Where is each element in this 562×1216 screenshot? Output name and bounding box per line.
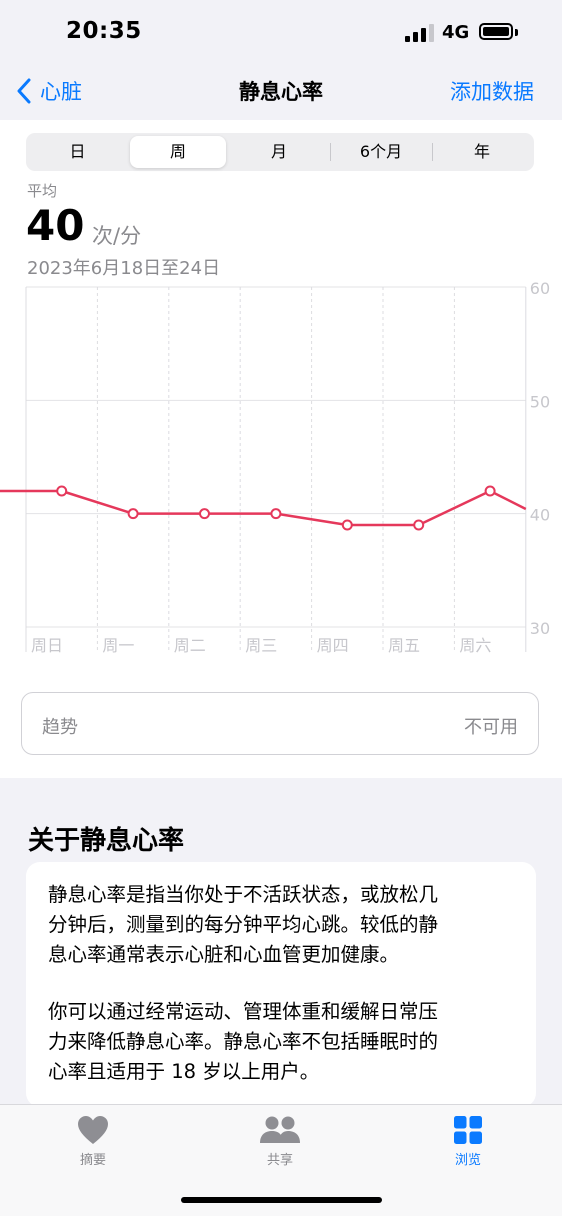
average-unit: 次/分 — [92, 224, 142, 248]
about-card: 静息心率是指当你处于不活跃状态，或放松几 分钟后，测量到的每分钟平均心跳。较低的… — [26, 862, 536, 1107]
segment-day[interactable]: 日 — [29, 136, 126, 168]
heart-icon — [78, 1116, 108, 1144]
navigation-bar: 心脏 静息心率 添加数据 — [0, 66, 562, 120]
segment-6-months[interactable]: 6个月 — [331, 136, 431, 168]
status-bar: 20:35 4G — [0, 0, 562, 66]
about-line: 心率且适用于 18 岁以上用户。 — [48, 1060, 320, 1083]
date-range: 2023年6月18日至24日 — [27, 258, 221, 279]
chart-canvas: 60 50 40 30 周日 周一 周二 周三 周四 周五 周六 — [0, 279, 550, 655]
status-time: 20:35 — [66, 18, 142, 44]
chart-data-point — [127, 508, 139, 520]
grid-icon — [454, 1116, 482, 1144]
segment-month[interactable]: 月 — [229, 136, 329, 168]
tab-label: 共享 — [266, 1153, 293, 1168]
tab-label: 浏览 — [454, 1153, 481, 1168]
time-range-segmented-control: 日 周 月 6个月 年 — [26, 133, 534, 171]
chart-x-tick-label: 周六 — [459, 636, 491, 655]
about-line: 你可以通过经常运动、管理体重和缓解日常压 — [48, 1000, 439, 1023]
trend-row[interactable]: 趋势 不可用 — [21, 692, 539, 755]
chart-x-tick-label: 周二 — [174, 636, 206, 655]
cellular-signal-icon — [405, 24, 435, 42]
tab-summary[interactable]: 摘要 — [43, 1115, 143, 1168]
average-value: 40 — [26, 201, 85, 250]
network-type: 4G — [442, 22, 470, 43]
about-paragraph-1: 静息心率是指当你处于不活跃状态，或放松几 分钟后，测量到的每分钟平均心跳。较低的… — [48, 880, 513, 970]
chart-data-point — [199, 508, 210, 520]
chart-data-point — [341, 519, 353, 531]
back-label: 心脏 — [40, 80, 82, 104]
about-line: 息心率通常表示心脏和心血管更加健康。 — [48, 943, 400, 966]
battery-icon — [479, 23, 513, 40]
chart-x-tick-label: 周日 — [31, 636, 63, 655]
tab-sharing[interactable]: 共享 — [230, 1115, 330, 1168]
tab-browse[interactable]: 浏览 — [418, 1115, 518, 1168]
about-line: 力来降低静息心率。静息心率不包括睡眠时的 — [48, 1030, 439, 1053]
trend-label: 趋势 — [42, 717, 78, 738]
chart-series-line — [0, 489, 527, 527]
chart-data-point — [56, 485, 68, 497]
chart-data-point — [413, 519, 425, 531]
chart-x-tick-label: 周三 — [245, 636, 277, 655]
about-paragraph-2: 你可以通过经常运动、管理体重和缓解日常压 力来降低静息心率。静息心率不包括睡眠时… — [48, 997, 513, 1087]
chart-data-point — [484, 485, 496, 497]
about-line: 静息心率是指当你处于不活跃状态，或放松几 — [48, 883, 439, 906]
chart-x-tick-label: 周四 — [317, 636, 349, 655]
chart-y-tick-label: 60 — [530, 280, 550, 298]
home-indicator — [181, 1197, 382, 1203]
segment-year[interactable]: 年 — [433, 136, 531, 168]
resting-heart-rate-chart[interactable]: 60 50 40 30 周日 周一 周二 周三 周四 周五 周六 — [0, 279, 562, 660]
chart-x-tick-label: 周五 — [388, 636, 420, 655]
battery-cap — [515, 29, 518, 36]
average-label: 平均 — [27, 182, 58, 200]
chart-data-point — [270, 508, 282, 520]
about-line: 分钟后，测量到的每分钟平均心跳。较低的静 — [48, 913, 439, 936]
people-icon — [260, 1116, 300, 1143]
chart-y-tick-label: 30 — [530, 619, 550, 638]
tab-label: 摘要 — [79, 1153, 106, 1168]
chart-x-tick-label: 周一 — [102, 636, 134, 655]
about-title: 关于静息心率 — [28, 826, 185, 856]
chart-y-tick-label: 40 — [530, 506, 550, 525]
add-data-button[interactable]: 添加数据 — [450, 76, 534, 106]
chart-y-tick-label: 50 — [530, 392, 550, 411]
chevron-left-icon — [17, 78, 31, 104]
back-button[interactable]: 心脏 — [16, 76, 82, 106]
segment-week[interactable]: 周 — [130, 136, 226, 168]
trend-value: 不可用 — [464, 717, 518, 738]
